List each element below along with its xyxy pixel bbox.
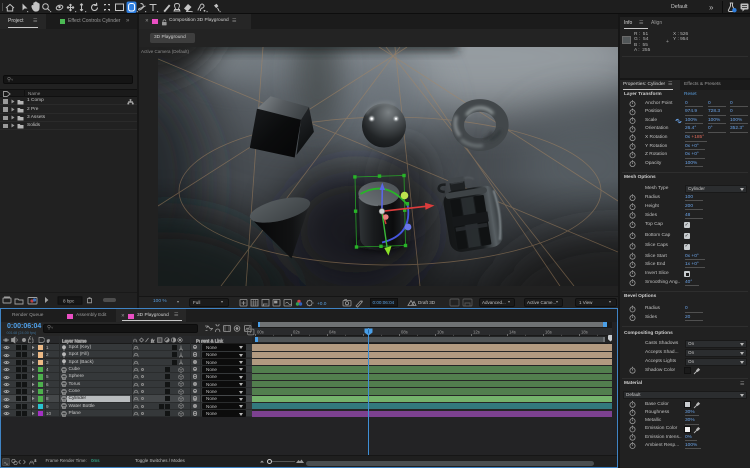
svg-text:12s: 12s (473, 329, 480, 334)
svg-text:+0.0: +0.0 (317, 301, 327, 307)
svg-text:2: 2 (35, 458, 37, 462)
svg-text:Layer Name: Layer Name (62, 338, 87, 343)
svg-text:#: # (47, 338, 50, 343)
svg-text:8 bpc: 8 bpc (63, 298, 75, 303)
svg-text:10s: 10s (437, 329, 444, 334)
svg-text:fx: fx (151, 338, 155, 343)
svg-text:18s: 18s (581, 329, 588, 334)
svg-text:04s: 04s (329, 329, 336, 334)
svg-text:02s: 02s (293, 329, 300, 334)
svg-text:08s: 08s (401, 329, 408, 334)
svg-text:16s: 16s (545, 329, 552, 334)
svg-text:00s: 00s (257, 329, 264, 334)
svg-text:14s: 14s (509, 329, 516, 334)
